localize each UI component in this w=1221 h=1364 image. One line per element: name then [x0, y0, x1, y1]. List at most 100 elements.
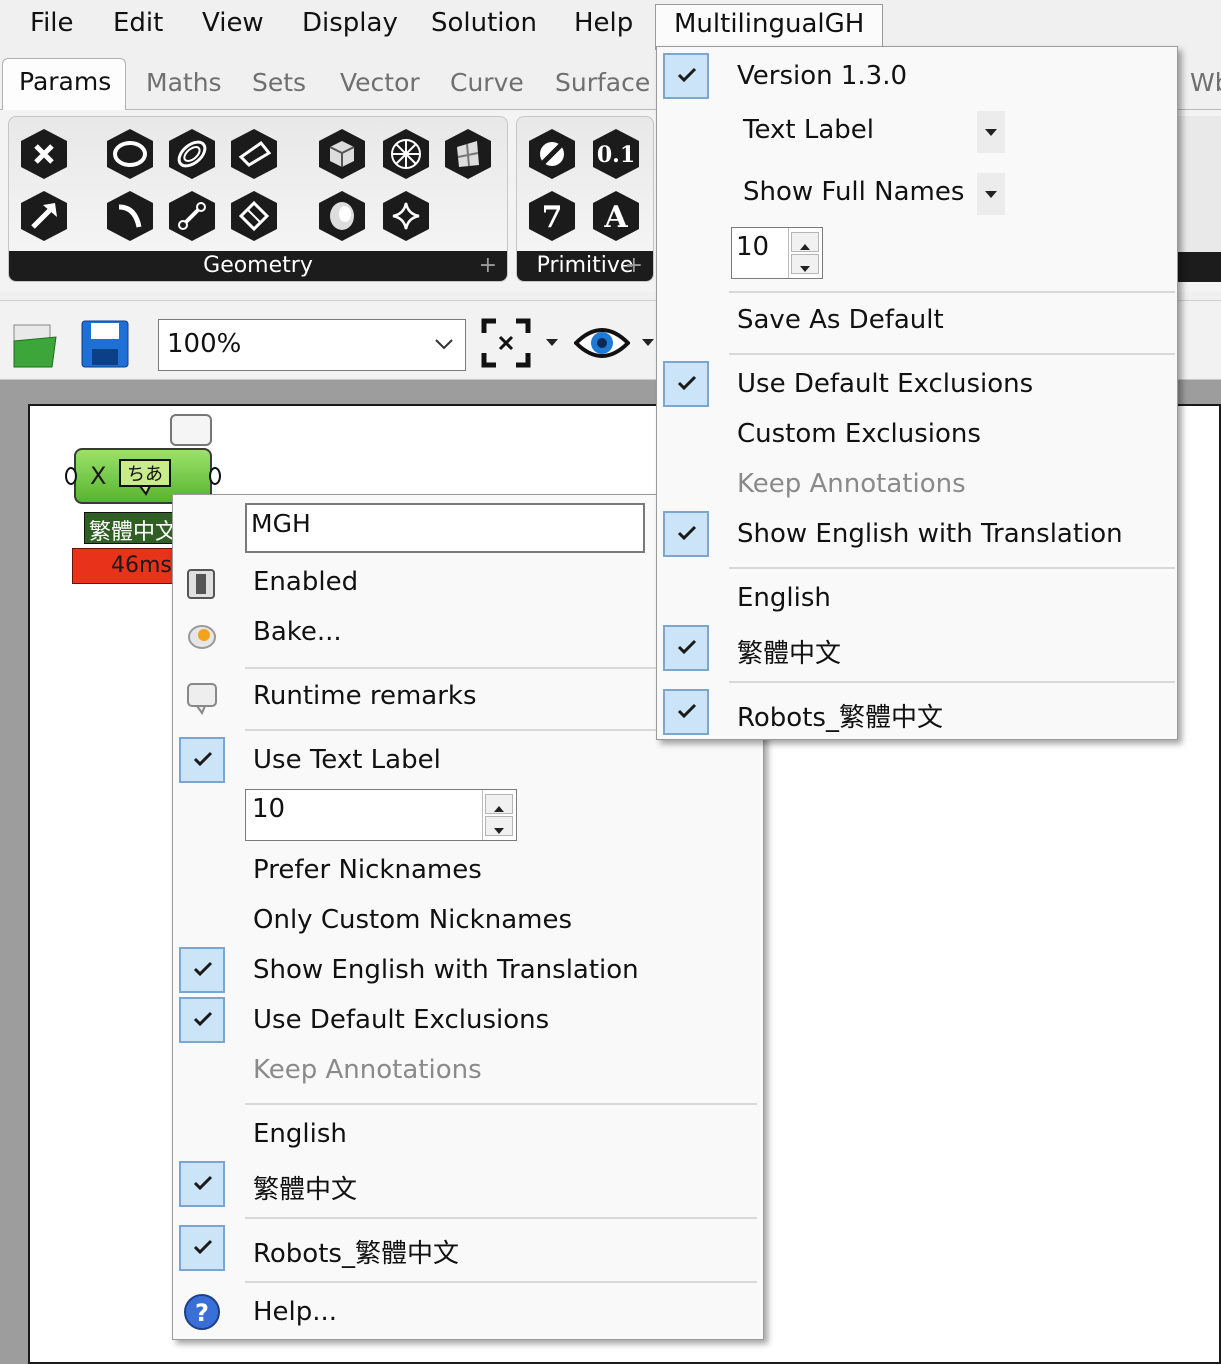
line-param-icon[interactable] [165, 189, 219, 243]
spin-up-button[interactable] [485, 794, 513, 814]
menu-multilingualgh[interactable]: MultilingualGH [655, 4, 884, 50]
tab-overflow[interactable]: Wb [1190, 68, 1221, 97]
spin-down-button[interactable] [485, 816, 513, 836]
box-param-icon[interactable] [315, 127, 369, 181]
menu-show-english-with-translation[interactable]: Show English with Translation [253, 955, 639, 985]
default-exclusions-checkmark [663, 361, 709, 407]
zoom-combobox[interactable]: 100% [158, 319, 466, 371]
caret-down-icon [985, 191, 997, 198]
component-name-input[interactable]: MGH [245, 503, 645, 553]
chevron-down-icon[interactable] [433, 334, 455, 354]
menu-runtime-remarks[interactable]: Runtime remarks [253, 681, 477, 711]
mesh-param-icon[interactable] [441, 127, 495, 181]
translate-icon: ちあ [119, 459, 171, 496]
eye-icon[interactable] [574, 323, 630, 363]
output-grip[interactable] [208, 466, 222, 486]
vector-param-icon[interactable] [17, 189, 71, 243]
menu-custom-exclusions[interactable]: Custom Exclusions [737, 419, 981, 449]
check-icon [193, 751, 213, 767]
caret-down-icon[interactable] [544, 337, 560, 349]
version-checkmark [663, 53, 709, 99]
integer-param-icon[interactable]: 7 [525, 189, 579, 243]
menu-lang-english[interactable]: English [737, 583, 831, 613]
label-mode-dropdown-button[interactable] [977, 111, 1005, 153]
arrow-down-icon [494, 828, 504, 834]
menu-view[interactable]: View [202, 8, 264, 38]
brep-param-icon[interactable] [379, 127, 433, 181]
name-mode-dropdown-button[interactable] [977, 173, 1005, 215]
menu-display[interactable]: Display [302, 8, 398, 38]
number-param-icon[interactable]: 0.1 [589, 127, 643, 181]
check-icon [193, 1175, 213, 1191]
robots-trad-chinese-checkmark [179, 1225, 225, 1271]
menu-separator [245, 1217, 757, 1219]
text-size-spinner[interactable]: 10 [245, 789, 517, 841]
multilingualgh-dropdown-menu: Version 1.3.0 Text Label Show Full Names… [656, 46, 1178, 740]
tab-maths[interactable]: Maths [146, 68, 222, 97]
zoom-extents-icon[interactable] [480, 317, 532, 369]
menu-solution[interactable]: Solution [431, 8, 537, 38]
check-icon [193, 1239, 213, 1255]
plane-param-icon[interactable] [227, 189, 281, 243]
menu-help[interactable]: Help [574, 8, 633, 38]
tab-vector[interactable]: Vector [340, 68, 420, 97]
menu-keep-annotations: Keep Annotations [737, 469, 966, 499]
caret-down-icon[interactable] [640, 337, 656, 349]
expand-icon[interactable]: + [625, 251, 643, 281]
primitive-panel-footer[interactable]: Primitive + [517, 251, 653, 281]
circle-param-icon[interactable] [103, 127, 157, 181]
expand-icon[interactable]: + [479, 251, 497, 281]
check-icon [193, 961, 213, 977]
menu-robots-trad-chinese[interactable]: Robots_繁體中文 [253, 1233, 459, 1270]
surface-param-icon[interactable] [315, 189, 369, 243]
menu-show-english-with-translation[interactable]: Show English with Translation [737, 519, 1123, 549]
menu-save-as-default[interactable]: Save As Default [737, 305, 944, 335]
text-size-value: 10 [252, 794, 286, 824]
translate-icon-text: ちあ [127, 464, 163, 485]
open-file-icon[interactable] [12, 319, 58, 369]
menu-version[interactable]: Version 1.3.0 [737, 61, 907, 91]
geometry-param-icon[interactable] [17, 127, 71, 181]
menu-use-default-exclusions[interactable]: Use Default Exclusions [253, 1005, 549, 1035]
menu-enabled[interactable]: Enabled [253, 567, 358, 597]
circular-arc-param-icon[interactable] [165, 127, 219, 181]
menu-lang-trad-chinese[interactable]: 繁體中文 [737, 633, 841, 670]
text-param-icon[interactable]: A [589, 189, 643, 243]
curve-param-icon[interactable] [103, 189, 157, 243]
spin-down-button[interactable] [791, 254, 819, 274]
menu-lang-english[interactable]: English [253, 1119, 347, 1149]
tab-curve[interactable]: Curve [450, 68, 524, 97]
tab-sets[interactable]: Sets [252, 68, 306, 97]
tab-params[interactable]: Params [2, 58, 126, 112]
menu-robots-trad-chinese[interactable]: Robots_繁體中文 [737, 697, 943, 734]
menu-help-item[interactable]: Help... [253, 1297, 337, 1327]
menu-use-text-label[interactable]: Use Text Label [253, 745, 441, 775]
boolean-param-icon[interactable] [525, 127, 579, 181]
label-mode-select[interactable]: Text Label [735, 109, 1005, 155]
menu-lang-trad-chinese[interactable]: 繁體中文 [253, 1169, 357, 1206]
geometry-panel-footer[interactable]: Geometry + [9, 251, 507, 281]
spin-up-button[interactable] [791, 232, 819, 252]
menu-only-custom-nicknames[interactable]: Only Custom Nicknames [253, 905, 572, 935]
remark-icon [187, 683, 217, 715]
save-file-icon[interactable] [80, 319, 130, 369]
point-param-icon[interactable] [379, 189, 433, 243]
use-default-exclusions-checkmark [179, 997, 225, 1043]
component-runtime-badge: 46ms [72, 548, 182, 584]
default-size-spinner[interactable]: 10 [731, 227, 823, 279]
remark-bubble-icon[interactable] [170, 414, 212, 446]
use-text-label-checkmark [179, 737, 225, 783]
menu-edit[interactable]: Edit [113, 8, 163, 38]
menu-file[interactable]: File [30, 8, 74, 38]
menu-prefer-nicknames[interactable]: Prefer Nicknames [253, 855, 482, 885]
name-mode-select[interactable]: Show Full Names [735, 171, 1005, 217]
integer-icon-text: 7 [542, 200, 563, 235]
input-grip[interactable] [64, 466, 78, 486]
rectangle-param-icon[interactable] [227, 127, 281, 181]
trad-chinese-checkmark [179, 1161, 225, 1207]
tab-surface[interactable]: Surface [555, 68, 650, 97]
menu-bake[interactable]: Bake... [253, 617, 342, 647]
check-icon [193, 1011, 213, 1027]
menu-use-default-exclusions[interactable]: Use Default Exclusions [737, 369, 1033, 399]
geometry-panel-label: Geometry [203, 253, 313, 278]
